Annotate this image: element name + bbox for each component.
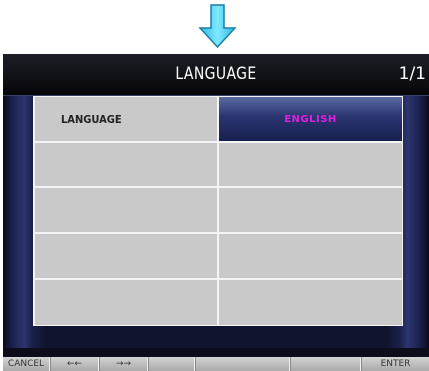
setting-value: [219, 280, 402, 325]
cancel-button[interactable]: CANCEL: [3, 357, 50, 371]
down-arrow-icon: [198, 4, 237, 48]
setting-value: ENGLISH: [284, 113, 337, 125]
settings-panel: LANGUAGE ENGLISH: [3, 96, 429, 348]
device-screen: LANGUAGE 1/1 LANGUAGE ENGLISH CANCEL ←← …: [3, 54, 429, 371]
softkey-bar: CANCEL ←← →→ ENTER: [3, 357, 429, 371]
setting-label-cell[interactable]: [35, 280, 217, 325]
page-indicator: 1/1: [398, 64, 426, 84]
setting-value: [219, 188, 402, 232]
enter-button[interactable]: ENTER: [361, 357, 429, 371]
screen-title: LANGUAGE: [175, 64, 257, 84]
settings-grid: LANGUAGE ENGLISH: [33, 96, 403, 326]
setting-value-cell[interactable]: [219, 188, 402, 232]
setting-value: [219, 234, 402, 278]
setting-value-cell-selected[interactable]: ENGLISH: [219, 97, 402, 141]
softkey-6-button[interactable]: [290, 357, 361, 371]
softkey-5-button[interactable]: [195, 357, 290, 371]
setting-label-cell[interactable]: [35, 143, 217, 186]
prev-page-button[interactable]: ←←: [50, 357, 99, 371]
softkey-4-button[interactable]: [148, 357, 195, 371]
setting-label-cell[interactable]: [35, 234, 217, 278]
setting-label-cell[interactable]: [35, 188, 217, 232]
setting-value-cell[interactable]: [219, 280, 402, 325]
setting-value: [219, 143, 402, 186]
setting-value-cell[interactable]: [219, 143, 402, 186]
setting-value-cell[interactable]: [219, 234, 402, 278]
next-page-button[interactable]: →→: [99, 357, 148, 371]
setting-label-cell[interactable]: LANGUAGE: [35, 97, 217, 141]
title-bar: LANGUAGE 1/1: [3, 54, 429, 96]
setting-label: LANGUAGE: [61, 112, 122, 126]
stage: LANGUAGE 1/1 LANGUAGE ENGLISH CANCEL ←← …: [0, 0, 429, 371]
